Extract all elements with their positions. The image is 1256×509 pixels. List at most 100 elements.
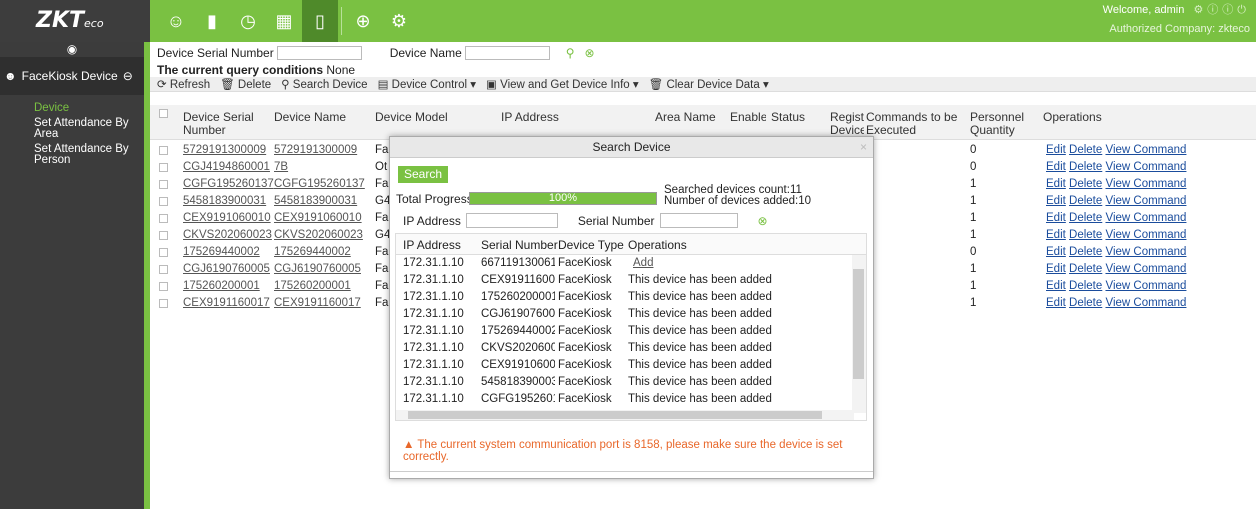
delete-link[interactable]: Delete: [1069, 246, 1102, 258]
col-serial[interactable]: Device Serial Number: [183, 111, 268, 137]
delete-link[interactable]: Delete: [1069, 263, 1102, 275]
row-serial[interactable]: CEX9191060010: [183, 212, 271, 224]
add-device-link[interactable]: Add: [628, 257, 668, 269]
row-name[interactable]: 5729191300009: [274, 144, 357, 156]
row-serial[interactable]: CEX9191160017: [183, 297, 270, 309]
row-name[interactable]: 5458183900031: [274, 195, 357, 207]
edit-link[interactable]: Edit: [1046, 178, 1066, 190]
facekiosk-icon[interactable]: ▯: [302, 0, 338, 42]
col-status[interactable]: Status: [771, 111, 805, 124]
sidebar-title[interactable]: ☻ FaceKiosk Device ⊖: [0, 57, 144, 95]
delete-link[interactable]: Delete: [1069, 178, 1102, 190]
view-command-link[interactable]: View Command: [1105, 161, 1186, 173]
report-icon[interactable]: ▦: [266, 0, 302, 42]
view-command-link[interactable]: View Command: [1105, 144, 1186, 156]
grid-col-ip[interactable]: IP Address: [403, 238, 461, 252]
header-icons[interactable]: ⚙ⓘⓘ⏻: [1193, 3, 1250, 17]
system-settings-icon[interactable]: ⚙: [381, 0, 417, 42]
col-name[interactable]: Device Name: [274, 111, 346, 124]
result-row[interactable]: 172.31.1.10 5458183900031FaceKiosk This de…: [396, 374, 866, 391]
col-personnel[interactable]: Personnel Quantity: [970, 111, 1030, 137]
result-row[interactable]: 172.31.1.10 175269440002 FaceKiosk This dev…: [396, 323, 866, 340]
view-command-link[interactable]: View Command: [1105, 229, 1186, 241]
row-serial[interactable]: CGJ6190760005: [183, 263, 270, 275]
row-serial[interactable]: 5458183900031: [183, 195, 266, 207]
edit-link[interactable]: Edit: [1046, 161, 1066, 173]
col-regist[interactable]: Regist Device: [830, 111, 864, 137]
delete-button[interactable]: 🗑 Delete: [220, 77, 271, 91]
row-checkbox[interactable]: [159, 146, 168, 155]
delete-link[interactable]: Delete: [1069, 195, 1102, 207]
clock-icon[interactable]: ◷: [230, 0, 266, 42]
row-name[interactable]: CGJ6190760005: [274, 263, 361, 275]
result-row[interactable]: 172.31.1.10 CEX9191060010FaceKiosk This de…: [396, 357, 866, 374]
view-command-link[interactable]: View Command: [1105, 212, 1186, 224]
row-name[interactable]: CEX9191160017: [274, 297, 361, 309]
refresh-button[interactable]: ⟳ Refresh: [157, 77, 210, 91]
grid-col-serial[interactable]: Serial Number: [481, 238, 558, 252]
row-name[interactable]: 7B: [274, 161, 288, 173]
row-serial[interactable]: 175260200001: [183, 280, 260, 292]
search-button[interactable]: Search: [398, 166, 448, 183]
row-checkbox[interactable]: [159, 282, 168, 291]
row-serial[interactable]: CKVS202060023: [183, 229, 272, 241]
col-model[interactable]: Device Model: [375, 111, 448, 124]
scroll-thumb[interactable]: [408, 411, 822, 419]
view-command-link[interactable]: View Command: [1105, 263, 1186, 275]
grid-col-type[interactable]: Device Type: [558, 238, 624, 252]
delete-link[interactable]: Delete: [1069, 212, 1102, 224]
row-name[interactable]: CGFG195260137: [274, 178, 365, 190]
edit-link[interactable]: Edit: [1046, 212, 1066, 224]
serial-filter-input[interactable]: [659, 213, 738, 228]
row-checkbox[interactable]: [159, 231, 168, 240]
result-row[interactable]: 172.31.1.10 6671191300617FaceKiosk Add: [396, 255, 866, 272]
clear-filter-icon[interactable]: ⊗: [758, 214, 768, 228]
row-serial[interactable]: 175269440002: [183, 246, 260, 258]
personnel-icon[interactable]: ☺: [158, 0, 194, 42]
col-ip[interactable]: IP Address: [501, 111, 559, 124]
result-row[interactable]: 172.31.1.10 175260200001 FaceKiosk This dev…: [396, 289, 866, 306]
view-info-button[interactable]: ▣ View and Get Device Info ▾: [486, 77, 639, 91]
row-serial[interactable]: CGFG195260137: [183, 178, 274, 190]
close-icon[interactable]: ×: [860, 137, 867, 158]
add-module-icon[interactable]: ⊕: [345, 0, 381, 42]
ip-filter-input[interactable]: [465, 213, 558, 228]
device-icon[interactable]: ▮: [194, 0, 230, 42]
search-device-button[interactable]: ⚲ Search Device: [281, 77, 367, 91]
view-command-link[interactable]: View Command: [1105, 178, 1186, 190]
clear-icon[interactable]: ⊗: [585, 46, 595, 60]
edit-link[interactable]: Edit: [1046, 263, 1066, 275]
view-command-link[interactable]: View Command: [1105, 280, 1186, 292]
view-command-link[interactable]: View Command: [1105, 297, 1186, 309]
col-area[interactable]: Area Name: [655, 111, 716, 124]
row-checkbox[interactable]: [159, 180, 168, 189]
col-enable[interactable]: Enable: [730, 111, 766, 124]
row-checkbox[interactable]: [159, 214, 168, 223]
result-row[interactable]: 172.31.1.10 CGFG195260137FaceKiosk This de…: [396, 391, 866, 408]
row-checkbox[interactable]: [159, 299, 168, 308]
sidebar-item-attendance-by-area[interactable]: Set Attendance By Area: [0, 116, 144, 142]
serial-filter-input[interactable]: [276, 45, 362, 60]
sidebar-item-attendance-by-person[interactable]: Set Attendance By Person: [0, 142, 144, 168]
collapse-icon[interactable]: ◉: [0, 42, 144, 57]
col-commands[interactable]: Commands to be Executed: [866, 111, 958, 137]
select-all-checkbox[interactable]: [159, 109, 168, 118]
grid-vertical-scrollbar[interactable]: [852, 255, 866, 413]
edit-link[interactable]: Edit: [1046, 246, 1066, 258]
row-name[interactable]: CKVS202060023: [274, 229, 363, 241]
row-checkbox[interactable]: [159, 197, 168, 206]
result-row[interactable]: 172.31.1.10 CKVS202060023FaceKiosk This de…: [396, 340, 866, 357]
edit-link[interactable]: Edit: [1046, 297, 1066, 309]
row-name[interactable]: CEX9191060010: [274, 212, 362, 224]
delete-link[interactable]: Delete: [1069, 144, 1102, 156]
row-checkbox[interactable]: [159, 163, 168, 172]
edit-link[interactable]: Edit: [1046, 144, 1066, 156]
scroll-thumb[interactable]: [853, 269, 864, 379]
search-icon[interactable]: ⚲: [566, 46, 575, 60]
device-control-button[interactable]: ▤ Device Control ▾: [378, 77, 476, 91]
delete-link[interactable]: Delete: [1069, 280, 1102, 292]
view-command-link[interactable]: View Command: [1105, 195, 1186, 207]
row-name[interactable]: 175269440002: [274, 246, 351, 258]
delete-link[interactable]: Delete: [1069, 229, 1102, 241]
view-command-link[interactable]: View Command: [1105, 246, 1186, 258]
